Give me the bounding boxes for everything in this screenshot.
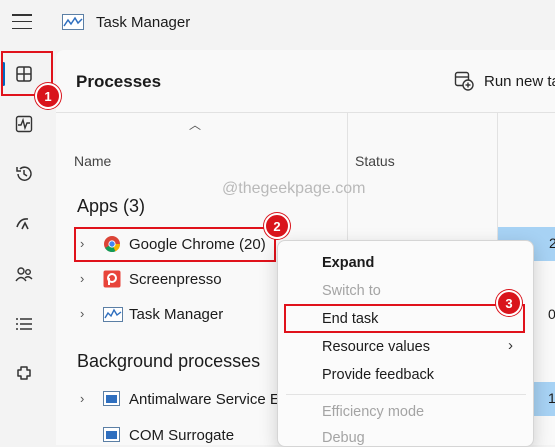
expand-chevron-icon[interactable]: › — [80, 391, 84, 406]
annotation-highlight-box — [284, 304, 525, 333]
run-new-task-icon — [454, 71, 474, 91]
expand-chevron-icon[interactable]: › — [80, 271, 84, 286]
column-status[interactable]: Status — [355, 153, 395, 169]
background-group-label: Background processes — [77, 351, 261, 371]
details-nav-icon[interactable] — [10, 310, 38, 338]
menu-item-expand[interactable]: Expand — [322, 255, 374, 271]
run-new-task-button[interactable]: Run new ta — [454, 70, 555, 92]
column-name[interactable]: Name — [74, 153, 111, 169]
process-name: Antimalware Service E — [129, 391, 280, 408]
service-icon — [103, 427, 120, 447]
menu-separator — [286, 394, 526, 395]
cpu-cell-value: 0 — [548, 306, 555, 322]
page-title: Processes — [76, 72, 162, 91]
process-name: Screenpresso — [129, 271, 222, 288]
service-icon — [103, 391, 120, 411]
process-name: Task Manager — [129, 306, 224, 323]
menu-item-provide-feedback[interactable]: Provide feedback — [322, 367, 434, 383]
sort-up-icon[interactable]: ︿ — [189, 116, 201, 133]
process-name: COM Surrogate — [129, 427, 235, 444]
cpu-cell-value: 1 — [548, 390, 555, 406]
services-nav-icon[interactable] — [10, 360, 38, 388]
annotation-step-badge: 3 — [496, 290, 522, 316]
menu-item-efficiency-mode: Efficiency mode — [322, 404, 425, 420]
submenu-chevron-icon: › — [508, 337, 513, 354]
cpu-cell-value: 2 — [549, 235, 555, 251]
performance-nav-icon[interactable] — [10, 110, 38, 138]
menu-item-resource-values[interactable]: Resource values — [322, 339, 430, 355]
window-title: Task Manager — [96, 14, 191, 31]
header-divider — [56, 112, 555, 113]
run-new-task-label: Run new ta — [484, 72, 555, 90]
startup-apps-nav-icon[interactable] — [10, 210, 38, 238]
hamburger-menu-icon[interactable] — [12, 14, 32, 30]
app-history-nav-icon[interactable] — [10, 160, 38, 188]
menu-item-switch-to: Switch to — [322, 283, 381, 299]
task-manager-icon — [103, 307, 123, 327]
screenpresso-icon — [103, 270, 121, 293]
task-manager-app-icon — [62, 14, 84, 30]
annotation-step-badge: 1 — [35, 83, 61, 109]
annotation-highlight-box — [74, 227, 276, 262]
users-nav-icon[interactable] — [10, 260, 38, 288]
apps-group-label: Apps (3) — [77, 196, 146, 216]
menu-item-debug: Debug — [322, 430, 365, 446]
watermark-text: @thegeekpage.com — [222, 180, 366, 197]
expand-chevron-icon[interactable]: › — [80, 306, 84, 321]
annotation-step-badge: 2 — [264, 213, 290, 239]
